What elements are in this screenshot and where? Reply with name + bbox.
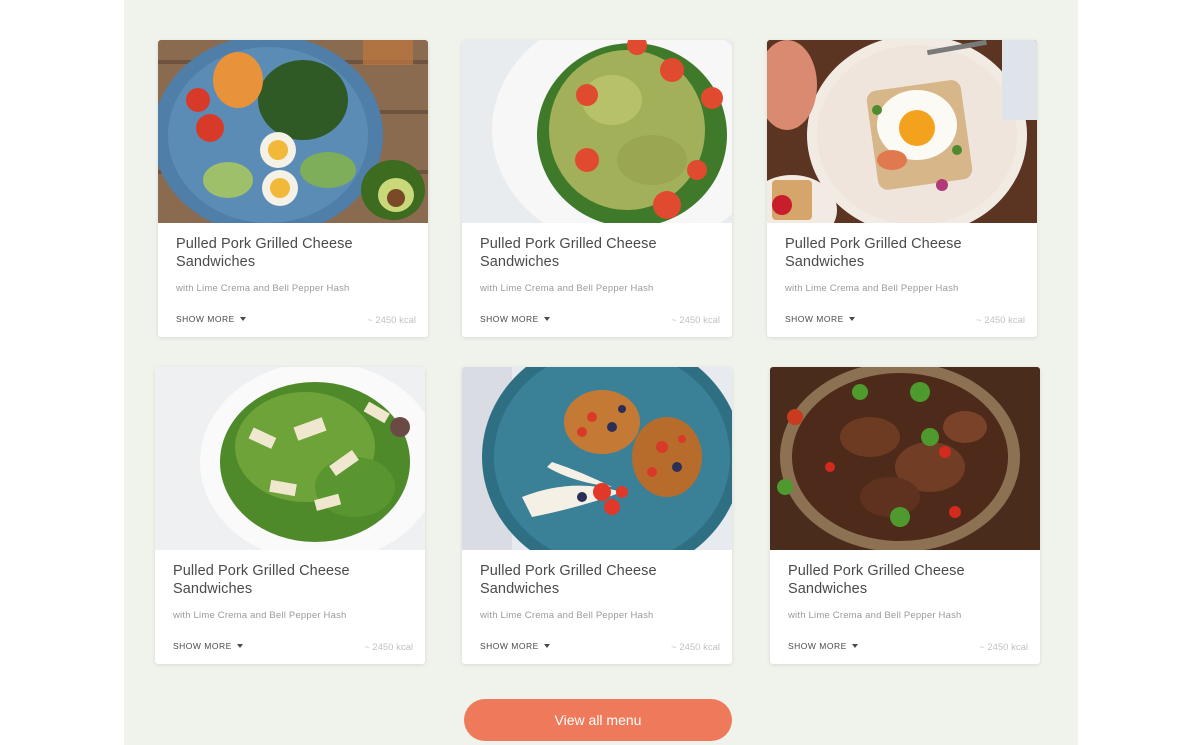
show-more-button[interactable]: SHOW MORE — [788, 641, 858, 651]
show-more-button[interactable]: SHOW MORE — [785, 314, 855, 324]
caret-down-icon — [543, 317, 550, 321]
meat-stew-pan-photo — [770, 367, 1040, 550]
card-title: Pulled Pork Grilled Cheese Sandwiches — [173, 563, 350, 597]
recipe-card[interactable]: Pulled Pork Grilled Cheese Sandwiches wi… — [462, 367, 732, 664]
card-subtitle: with Lime Crema and Bell Pepper Hash — [788, 610, 962, 621]
card-title: Pulled Pork Grilled Cheese Sandwiches — [176, 236, 353, 270]
recipe-card[interactable]: Pulled Pork Grilled Cheese Sandwiches wi… — [155, 367, 425, 664]
salad-bowl-with-eggs-photo — [158, 40, 428, 223]
french-toast-berries-photo — [462, 367, 732, 550]
show-more-label: SHOW MORE — [480, 314, 539, 324]
caret-down-icon — [236, 644, 243, 648]
show-more-label: SHOW MORE — [480, 641, 539, 651]
calorie-count: ~ 2450 kcal — [671, 642, 720, 653]
green-bean-salad-photo — [155, 367, 425, 550]
caret-down-icon — [543, 644, 550, 648]
view-all-menu-button[interactable]: View all menu — [464, 699, 732, 741]
show-more-button[interactable]: SHOW MORE — [480, 314, 550, 324]
show-more-label: SHOW MORE — [173, 641, 232, 651]
pasta-salad-photo — [462, 40, 732, 223]
card-subtitle: with Lime Crema and Bell Pepper Hash — [480, 283, 654, 294]
calorie-count: ~ 2450 kcal — [671, 315, 720, 326]
card-title: Pulled Pork Grilled Cheese Sandwiches — [480, 563, 657, 597]
card-subtitle: with Lime Crema and Bell Pepper Hash — [480, 610, 654, 621]
card-subtitle: with Lime Crema and Bell Pepper Hash — [173, 610, 347, 621]
recipe-card[interactable]: Pulled Pork Grilled Cheese Sandwiches wi… — [158, 40, 428, 337]
card-subtitle: with Lime Crema and Bell Pepper Hash — [176, 283, 350, 294]
recipe-card[interactable]: Pulled Pork Grilled Cheese Sandwiches wi… — [770, 367, 1040, 664]
calorie-count: ~ 2450 kcal — [367, 315, 416, 326]
recipe-card[interactable]: Pulled Pork Grilled Cheese Sandwiches wi… — [462, 40, 732, 337]
caret-down-icon — [848, 317, 855, 321]
card-title: Pulled Pork Grilled Cheese Sandwiches — [480, 236, 657, 270]
show-more-button[interactable]: SHOW MORE — [480, 641, 550, 651]
caret-down-icon — [239, 317, 246, 321]
show-more-button[interactable]: SHOW MORE — [176, 314, 246, 324]
calorie-count: ~ 2450 kcal — [979, 642, 1028, 653]
calorie-count: ~ 2450 kcal — [364, 642, 413, 653]
show-more-label: SHOW MORE — [176, 314, 235, 324]
card-subtitle: with Lime Crema and Bell Pepper Hash — [785, 283, 959, 294]
caret-down-icon — [851, 644, 858, 648]
egg-toast-plate-photo — [767, 40, 1037, 223]
show-more-label: SHOW MORE — [785, 314, 844, 324]
show-more-button[interactable]: SHOW MORE — [173, 641, 243, 651]
show-more-label: SHOW MORE — [788, 641, 847, 651]
card-title: Pulled Pork Grilled Cheese Sandwiches — [785, 236, 962, 270]
recipe-card[interactable]: Pulled Pork Grilled Cheese Sandwiches wi… — [767, 40, 1037, 337]
card-title: Pulled Pork Grilled Cheese Sandwiches — [788, 563, 965, 597]
calorie-count: ~ 2450 kcal — [976, 315, 1025, 326]
